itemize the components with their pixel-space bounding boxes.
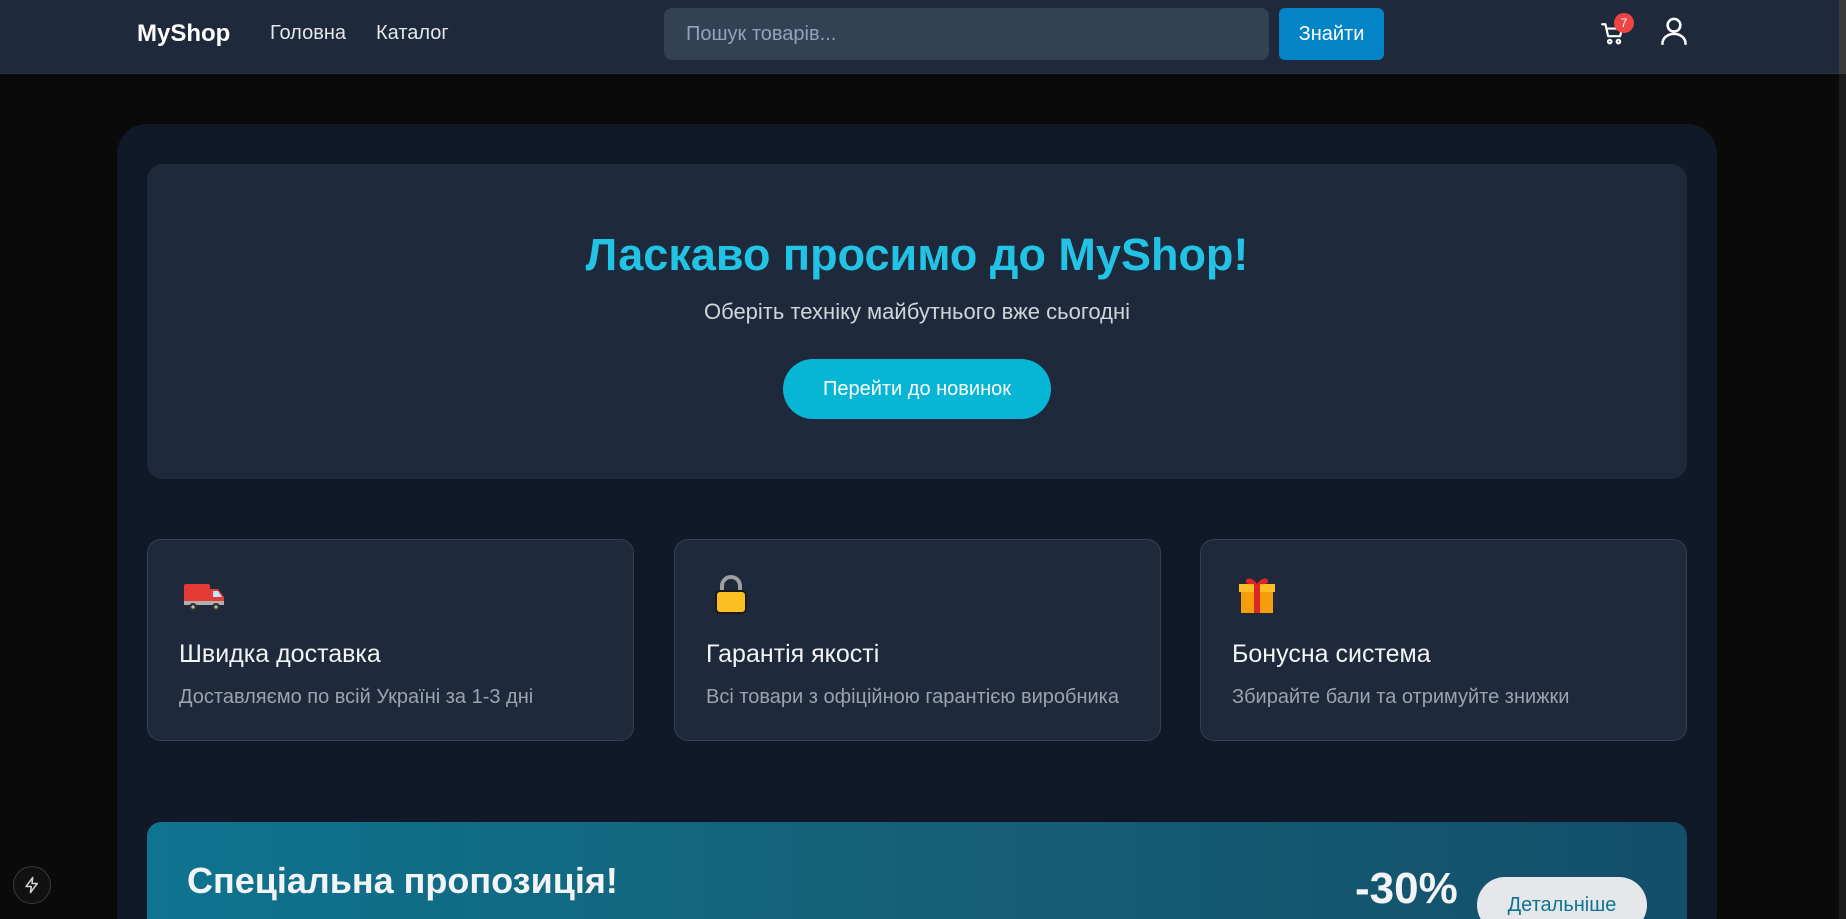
user-icon (1661, 17, 1687, 45)
hero-subtitle: Оберіть техніку майбутнього вже сьогодні (703, 299, 1131, 324)
gift-icon (1239, 578, 1275, 613)
cart-button[interactable]: 7 (1600, 13, 1634, 50)
scrollbar-thumb[interactable] (1839, 0, 1846, 74)
promo-banner: Спеціальна пропозиція! -30% Детальніше (147, 822, 1687, 919)
nav-link-catalog[interactable]: Каталог (376, 22, 449, 45)
promo-discount: -30% (1355, 864, 1458, 913)
lock-icon (715, 575, 747, 614)
feature-title: Гарантія якості (706, 640, 880, 668)
search-input[interactable] (664, 8, 1269, 60)
feature-title: Бонусна система (1232, 640, 1431, 668)
lightning-icon (25, 876, 38, 894)
feature-card-quality: Гарантія якості Всі товари з офіційною г… (674, 539, 1161, 741)
cart-count-badge: 7 (1614, 13, 1634, 33)
feature-description: Збирайте бали та отримуйте знижки (1232, 686, 1570, 708)
logo[interactable]: MyShop (137, 20, 230, 48)
hero-banner: Ласкаво просимо до MyShop! Оберіть техні… (147, 164, 1687, 479)
top-navbar: MyShop Головна Каталог Знайти 7 (0, 0, 1846, 74)
scrollbar-track[interactable] (1839, 0, 1846, 919)
user-account-button[interactable] (1660, 16, 1690, 50)
delivery-truck-icon (184, 584, 224, 611)
nav-link-home[interactable]: Головна (270, 22, 346, 45)
dev-tools-button[interactable] (13, 866, 51, 904)
feature-description: Всі товари з офіційною гарантією виробни… (706, 686, 1119, 708)
new-arrivals-button[interactable]: Перейти до новинок (783, 359, 1051, 419)
search-button[interactable]: Знайти (1279, 8, 1384, 60)
promo-details-button[interactable]: Детальніше (1477, 877, 1647, 919)
main-content: Ласкаво просимо до MyShop! Оберіть техні… (117, 124, 1717, 919)
promo-title: Спеціальна пропозиція! (187, 860, 618, 901)
feature-card-delivery: Швидка доставка Доставляємо по всій Укра… (147, 539, 634, 741)
feature-description: Доставляємо по всій Україні за 1-3 дні (179, 686, 534, 708)
feature-card-bonus: Бонусна система Збирайте бали та отримуй… (1200, 539, 1687, 741)
feature-title: Швидка доставка (179, 640, 381, 668)
hero-title: Ласкаво просимо до MyShop! (585, 229, 1249, 280)
